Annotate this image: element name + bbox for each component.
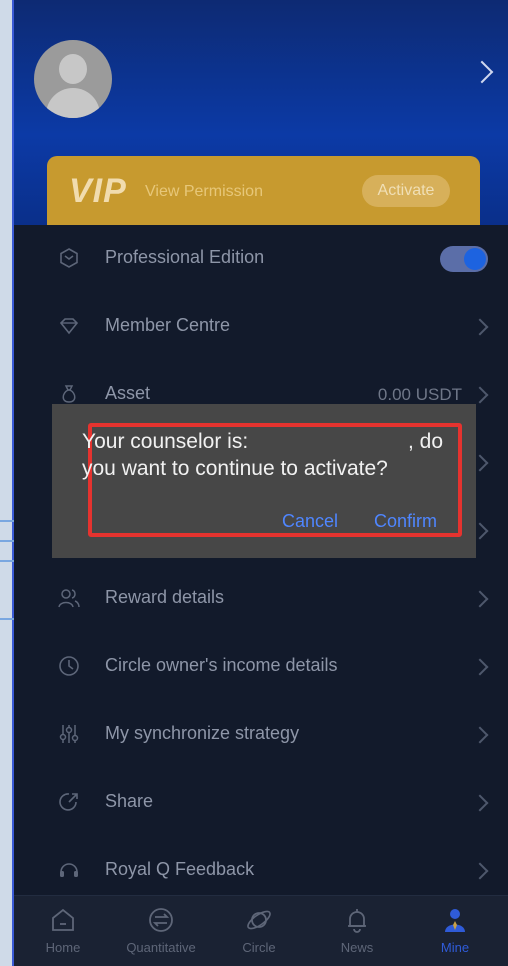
users-icon — [58, 589, 80, 608]
activate-button[interactable]: Activate — [362, 175, 450, 207]
home-icon — [52, 908, 74, 931]
share-icon — [59, 793, 78, 811]
chevron-right-icon — [471, 318, 489, 336]
vip-card[interactable]: VIP View Permission Activate — [47, 156, 480, 236]
vip-logo: VIP — [69, 172, 127, 210]
menu-item-share[interactable]: Share — [14, 769, 508, 837]
profile-header: VIP View Permission Activate — [14, 0, 508, 236]
diamond-icon — [59, 318, 79, 335]
dialog-message-line2: you want to continue to activate? — [82, 457, 388, 480]
left-edge — [0, 0, 14, 966]
menu-item-label: Share — [105, 791, 154, 811]
profile-chevron-icon[interactable] — [470, 60, 494, 84]
bell-icon — [348, 909, 366, 933]
chevron-right-icon — [471, 794, 489, 812]
activation-dialog: Your counselor is: , do you want to cont… — [52, 404, 476, 558]
edge-mark — [0, 540, 14, 542]
menu-list: Professional Edition Member Centre Asset… — [14, 225, 508, 895]
menu-item-member-centre[interactable]: Member Centre — [14, 293, 508, 361]
menu-item-label: Asset — [105, 383, 151, 403]
edge-mark — [0, 618, 14, 620]
bottom-tab-bar: Home Quantitative Circle News Mine — [14, 895, 508, 966]
avatar-body — [46, 88, 100, 118]
menu-item-label: Professional Edition — [105, 247, 265, 267]
clock-icon — [59, 656, 79, 676]
tab-label: Home — [45, 940, 81, 955]
tab-home[interactable]: Home — [14, 896, 112, 966]
chevron-right-icon — [471, 590, 489, 608]
avatar-head — [59, 54, 87, 84]
tab-label: News — [340, 940, 374, 955]
edge-mark — [0, 520, 14, 522]
menu-item-label: My synchronize strategy — [105, 723, 300, 743]
menu-item-circle-owner-income[interactable]: Circle owner's income details — [14, 633, 508, 701]
tab-label: Mine — [440, 940, 470, 955]
dialog-message-line1-end: , do — [408, 430, 444, 453]
chevron-right-icon — [471, 386, 489, 404]
menu-item-reward-details[interactable]: Reward details — [14, 565, 508, 633]
money-bag-icon — [62, 385, 76, 403]
menu-item-label: Reward details — [105, 587, 225, 607]
tab-label: Quantitative — [126, 940, 196, 955]
toggle-knob — [464, 248, 486, 270]
headset-icon — [60, 863, 78, 877]
professional-edition-toggle[interactable] — [440, 246, 488, 272]
chevron-right-icon — [471, 658, 489, 676]
asset-value: 0.00 USDT — [377, 385, 462, 404]
dialog-message-line1: Your counselor is: — [82, 430, 249, 453]
menu-item-label: Circle owner's income details — [105, 655, 338, 675]
chevron-right-icon — [471, 862, 489, 880]
counselor-name-redacted — [260, 430, 400, 454]
menu-item-label: Member Centre — [105, 315, 231, 335]
tab-circle[interactable]: Circle — [210, 896, 308, 966]
person-icon — [445, 909, 465, 932]
exchange-icon — [149, 908, 173, 932]
cancel-button[interactable]: Cancel — [282, 511, 338, 532]
tab-news[interactable]: News — [308, 896, 406, 966]
tab-label: Circle — [242, 940, 276, 955]
menu-item-label: Royal Q Feedback — [105, 859, 255, 879]
tab-quantitative[interactable]: Quantitative — [112, 896, 210, 966]
edge-mark — [0, 560, 14, 562]
menu-item-synchronize-strategy[interactable]: My synchronize strategy — [14, 701, 508, 769]
confirm-button[interactable]: Confirm — [374, 511, 437, 532]
hexagon-icon — [60, 248, 78, 268]
chevron-right-icon — [471, 726, 489, 744]
planet-icon — [247, 910, 271, 930]
tab-mine[interactable]: Mine — [406, 896, 504, 966]
menu-item-professional-edition[interactable]: Professional Edition — [14, 225, 508, 293]
sliders-icon — [59, 725, 79, 743]
avatar[interactable] — [34, 40, 112, 118]
view-permission-link[interactable]: View Permission — [145, 183, 263, 201]
app-screen: VIP View Permission Activate Professiona… — [14, 0, 508, 966]
